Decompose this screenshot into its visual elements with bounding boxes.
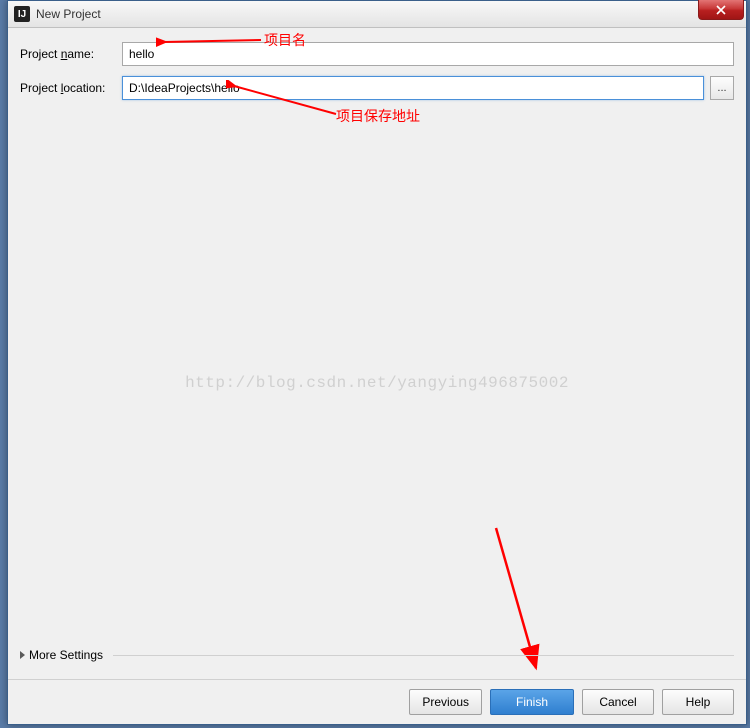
close-button[interactable] — [698, 0, 744, 20]
dialog-footer: Previous Finish Cancel Help — [8, 679, 746, 724]
chevron-right-icon — [20, 651, 25, 659]
previous-button[interactable]: Previous — [409, 689, 482, 715]
finish-button[interactable]: Finish — [490, 689, 574, 715]
more-settings-divider — [113, 655, 734, 656]
browse-button[interactable]: ... — [710, 76, 734, 100]
watermark-text: http://blog.csdn.net/yangying496875002 — [185, 374, 569, 392]
project-location-input[interactable] — [122, 76, 704, 100]
window-title: New Project — [36, 7, 101, 21]
new-project-dialog: IJ New Project Project name: Project loc… — [7, 0, 747, 725]
dialog-content: Project name: Project location: ... 项目名 — [8, 28, 746, 724]
more-settings-toggle[interactable]: More Settings — [20, 648, 103, 662]
project-name-row: Project name: — [20, 42, 734, 66]
project-location-row: Project location: ... — [20, 76, 734, 100]
help-button[interactable]: Help — [662, 689, 734, 715]
close-icon — [716, 5, 726, 15]
cancel-button[interactable]: Cancel — [582, 689, 654, 715]
annotation-project-location: 项目保存地址 — [336, 106, 420, 126]
titlebar[interactable]: IJ New Project — [8, 1, 746, 28]
project-name-label: Project name: — [20, 47, 116, 61]
project-location-label: Project location: — [20, 81, 116, 95]
project-name-input[interactable] — [122, 42, 734, 66]
more-settings-label: More Settings — [29, 648, 103, 662]
app-icon: IJ — [14, 6, 30, 22]
